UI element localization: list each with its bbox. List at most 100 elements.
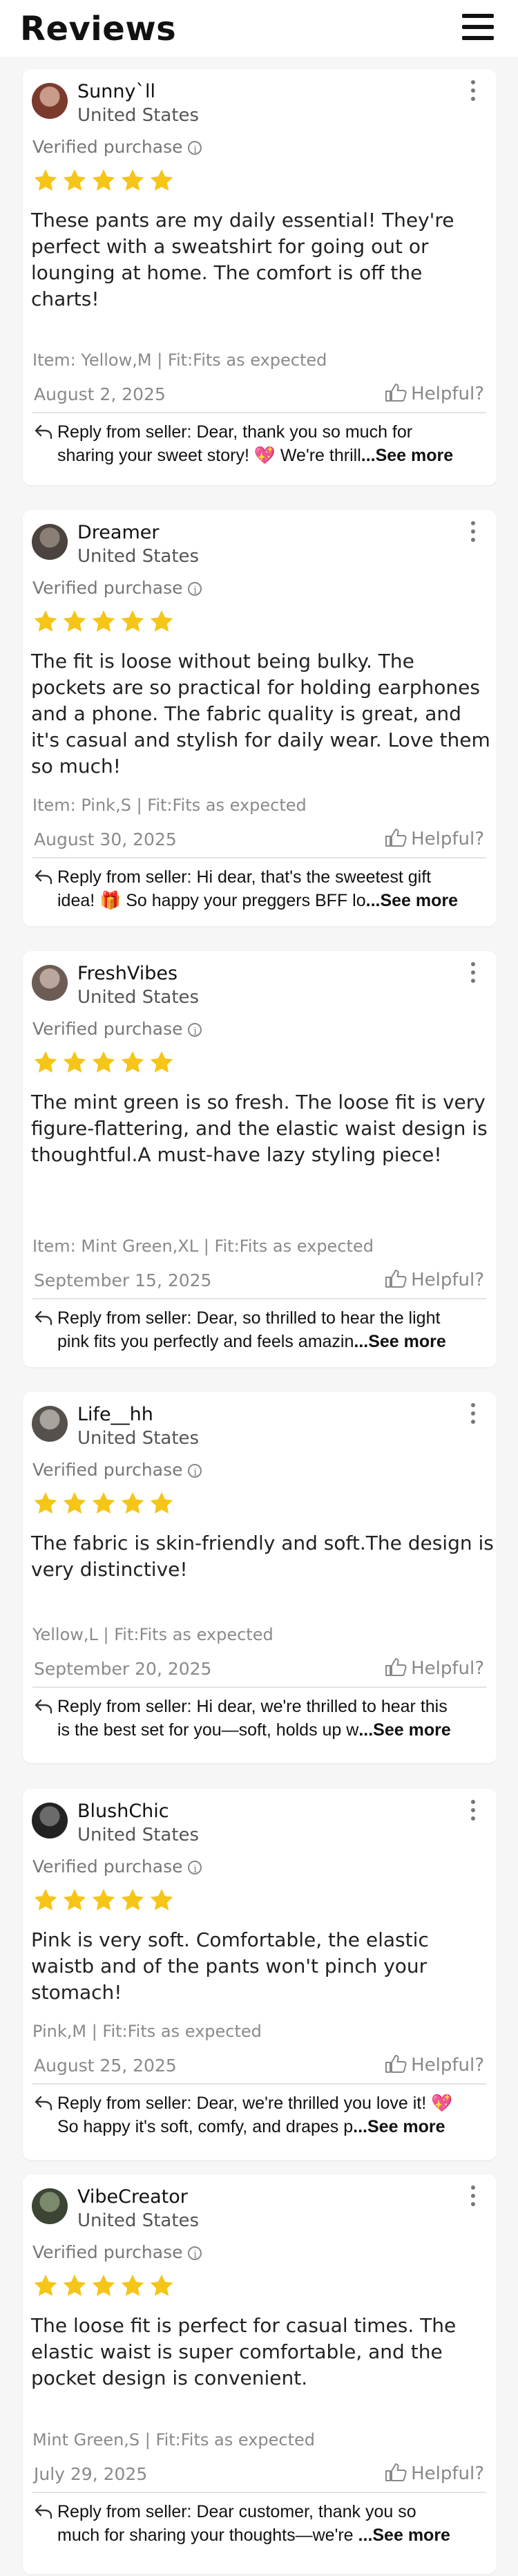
- star-icon: [119, 608, 146, 634]
- seller-reply: Reply from seller: Dear customer, thank …: [57, 2500, 486, 2547]
- seller-reply: Reply from seller: Dear, we're thrilled …: [57, 2091, 486, 2138]
- avatar[interactable]: [32, 524, 68, 560]
- star-icon: [90, 1049, 117, 1075]
- seller-reply: Reply from seller: Hi dear, we're thrill…: [57, 1695, 486, 1742]
- info-icon[interactable]: i: [188, 1464, 202, 1478]
- reviewer-name[interactable]: Dreamer: [77, 522, 159, 543]
- reviewer-country: United States: [77, 1428, 200, 1449]
- reviewer-country: United States: [77, 546, 200, 567]
- review-card: VibeCreator United States Verified purch…: [23, 2174, 497, 2574]
- reviewer-name[interactable]: Life__hh: [77, 1404, 153, 1425]
- review-date: August 30, 2025: [34, 829, 177, 849]
- verified-label: Verified purchase: [32, 1856, 183, 1877]
- reviewer-name[interactable]: VibeCreator: [77, 2186, 188, 2208]
- see-more-link[interactable]: ...See more: [354, 1332, 445, 1351]
- avatar[interactable]: [32, 965, 68, 1001]
- review-date: September 15, 2025: [34, 1270, 212, 1290]
- item-details: Item: Mint Green,XL | Fit:Fits as expect…: [32, 1237, 374, 1256]
- more-options-icon[interactable]: [469, 521, 476, 545]
- star-icon: [148, 1490, 175, 1516]
- star-icon: [32, 1887, 59, 1913]
- star-icon: [90, 167, 117, 194]
- reviewer-name[interactable]: FreshVibes: [77, 963, 178, 984]
- hamburger-menu-icon[interactable]: [462, 14, 494, 40]
- reviewer-country: United States: [77, 1825, 200, 1845]
- helpful-label: Helpful?: [411, 1270, 484, 1290]
- seller-reply: Reply from seller: Dear, so thrilled to …: [57, 1306, 486, 1353]
- helpful-button[interactable]: Helpful?: [385, 2463, 484, 2484]
- helpful-button[interactable]: Helpful?: [385, 828, 484, 849]
- divider: [32, 857, 486, 858]
- item-details: Item: Pink,S | Fit:Fits as expected: [32, 796, 307, 815]
- avatar-image: [32, 1803, 68, 1839]
- star-rating: [32, 1490, 178, 1518]
- reply-icon: [34, 869, 53, 885]
- info-icon[interactable]: i: [188, 141, 202, 156]
- avatar[interactable]: [32, 83, 68, 119]
- reply-icon: [34, 2096, 53, 2111]
- see-more-link[interactable]: ...See more: [353, 2117, 445, 2136]
- info-icon[interactable]: i: [188, 582, 202, 596]
- reviewer-name[interactable]: BlushChic: [77, 1801, 169, 1822]
- reviewer-country: United States: [77, 987, 200, 1008]
- avatar[interactable]: [32, 1803, 68, 1839]
- helpful-button[interactable]: Helpful?: [385, 1657, 484, 1679]
- thumbs-up-icon: [385, 383, 407, 402]
- star-icon: [61, 608, 88, 634]
- seller-reply-line: Reply from seller: Dear, so thrilled to …: [57, 1308, 441, 1328]
- helpful-label: Helpful?: [411, 384, 484, 404]
- see-more-link[interactable]: ...See more: [358, 1720, 450, 1740]
- seller-reply: Reply from seller: Dear, thank you so mu…: [57, 420, 486, 467]
- more-options-icon[interactable]: [469, 1800, 476, 1823]
- see-more-link[interactable]: ...See more: [358, 2526, 450, 2545]
- helpful-button[interactable]: Helpful?: [385, 383, 484, 404]
- star-rating: [32, 167, 178, 195]
- star-icon: [119, 1887, 146, 1913]
- star-icon: [32, 2273, 59, 2299]
- avatar[interactable]: [32, 2188, 68, 2224]
- seller-reply-line: Reply from seller: Hi dear, that's the s…: [57, 867, 432, 887]
- item-details: Yellow,L | Fit:Fits as expected: [32, 1625, 274, 1644]
- star-icon: [61, 1049, 88, 1075]
- seller-reply-line: is the best set for you—soft, holds up w…: [57, 1718, 486, 1742]
- menu-bar: [462, 25, 494, 29]
- avatar-image: [32, 965, 68, 1001]
- helpful-label: Helpful?: [411, 829, 484, 849]
- seller-reply-text: is the best set for you—soft, holds up w: [57, 1720, 359, 1740]
- avatar[interactable]: [32, 1406, 68, 1442]
- star-icon: [32, 608, 59, 634]
- thumbs-up-icon: [385, 2054, 407, 2074]
- star-icon: [148, 608, 175, 634]
- helpful-button[interactable]: Helpful?: [385, 2054, 484, 2076]
- reply-icon: [34, 1310, 53, 1326]
- page-header: Reviews: [0, 0, 518, 57]
- more-options-icon[interactable]: [469, 80, 476, 104]
- reviewer-name[interactable]: Sunny`ll: [77, 81, 155, 102]
- star-rating: [32, 608, 178, 636]
- seller-reply-line: Reply from seller: Dear, thank you so mu…: [57, 422, 413, 442]
- item-details: Pink,M | Fit:Fits as expected: [32, 2022, 262, 2041]
- seller-reply-text: pink fits you perfectly and feels amazin: [57, 1332, 354, 1351]
- menu-bar: [462, 36, 494, 40]
- reply-icon: [34, 1699, 53, 1714]
- info-icon[interactable]: i: [188, 2246, 202, 2261]
- see-more-link[interactable]: ...See more: [361, 446, 453, 465]
- info-icon[interactable]: i: [188, 1861, 202, 1875]
- star-icon: [148, 1049, 175, 1075]
- divider: [32, 412, 486, 413]
- more-options-icon[interactable]: [469, 1403, 476, 1427]
- avatar-image: [32, 1406, 68, 1442]
- review-card: Life__hh United States Verified purchase…: [23, 1392, 497, 1763]
- see-more-link[interactable]: ...See more: [366, 891, 458, 910]
- star-icon: [90, 608, 117, 634]
- star-icon: [32, 1490, 59, 1516]
- info-icon[interactable]: i: [188, 1023, 202, 1037]
- thumbs-up-icon: [385, 2463, 407, 2482]
- seller-reply-line: So happy it's soft, comfy, and drapes p.…: [57, 2115, 486, 2138]
- thumbs-up-icon: [385, 1657, 407, 1677]
- more-options-icon[interactable]: [469, 962, 476, 986]
- review-date: September 20, 2025: [34, 1659, 212, 1679]
- helpful-button[interactable]: Helpful?: [385, 1269, 484, 1290]
- item-details: Item: Yellow,M | Fit:Fits as expected: [32, 350, 327, 370]
- more-options-icon[interactable]: [469, 2185, 476, 2209]
